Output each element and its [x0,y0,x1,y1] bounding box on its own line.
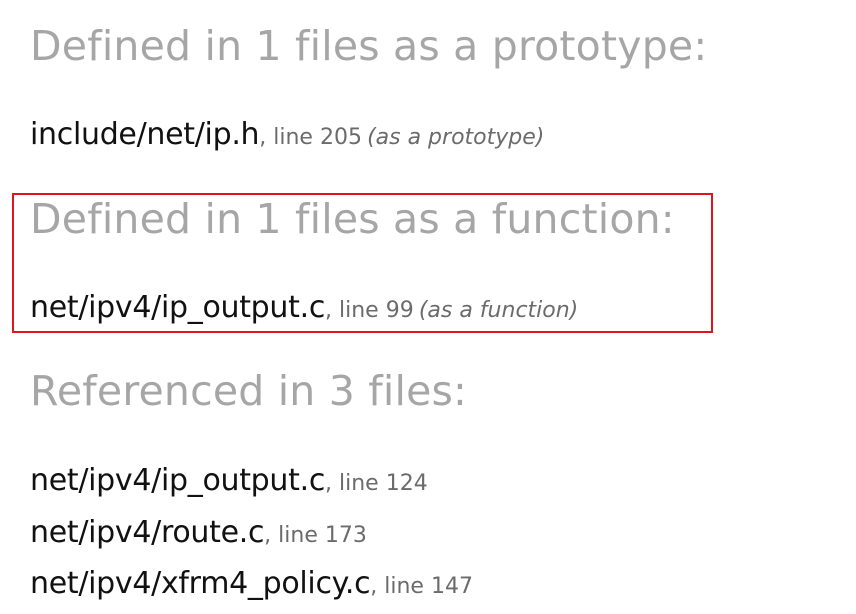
line-number: , line 205 [259,125,362,150]
file-link-net-ipv4-route-c[interactable]: net/ipv4/route.c [30,515,264,550]
referenced-section-heading: Referenced in 3 files: [30,367,468,415]
definition-kind: (as a prototype) [367,125,545,150]
prototype-section-heading: Defined in 1 files as a prototype: [30,22,708,70]
reference-entry: net/ipv4/route.c, line 173 [30,515,367,555]
file-link-net-ipv4-xfrm4-policy-c[interactable]: net/ipv4/xfrm4_policy.c [30,566,371,601]
reference-entry: net/ipv4/ip_output.c, line 124 [30,463,428,503]
reference-entry: net/ipv4/xfrm4_policy.c, line 147 [30,566,473,606]
function-entry: net/ipv4/ip_output.c, line 99 (as a func… [30,290,578,330]
definition-kind: (as a function) [418,298,579,323]
file-link-net-ipv4-ip-output-c[interactable]: net/ipv4/ip_output.c [30,290,325,325]
line-number: , line 124 [325,471,428,496]
line-number: , line 147 [370,574,473,599]
file-link-net-ipv4-ip-output-c[interactable]: net/ipv4/ip_output.c [30,463,325,498]
file-link-include-net-ip-h[interactable]: include/net/ip.h [30,117,260,152]
function-section-heading: Defined in 1 files as a function: [30,195,675,243]
prototype-entry: include/net/ip.h, line 205 (as a prototy… [30,117,544,157]
line-number: , line 173 [264,523,367,548]
line-number: , line 99 [325,298,414,323]
